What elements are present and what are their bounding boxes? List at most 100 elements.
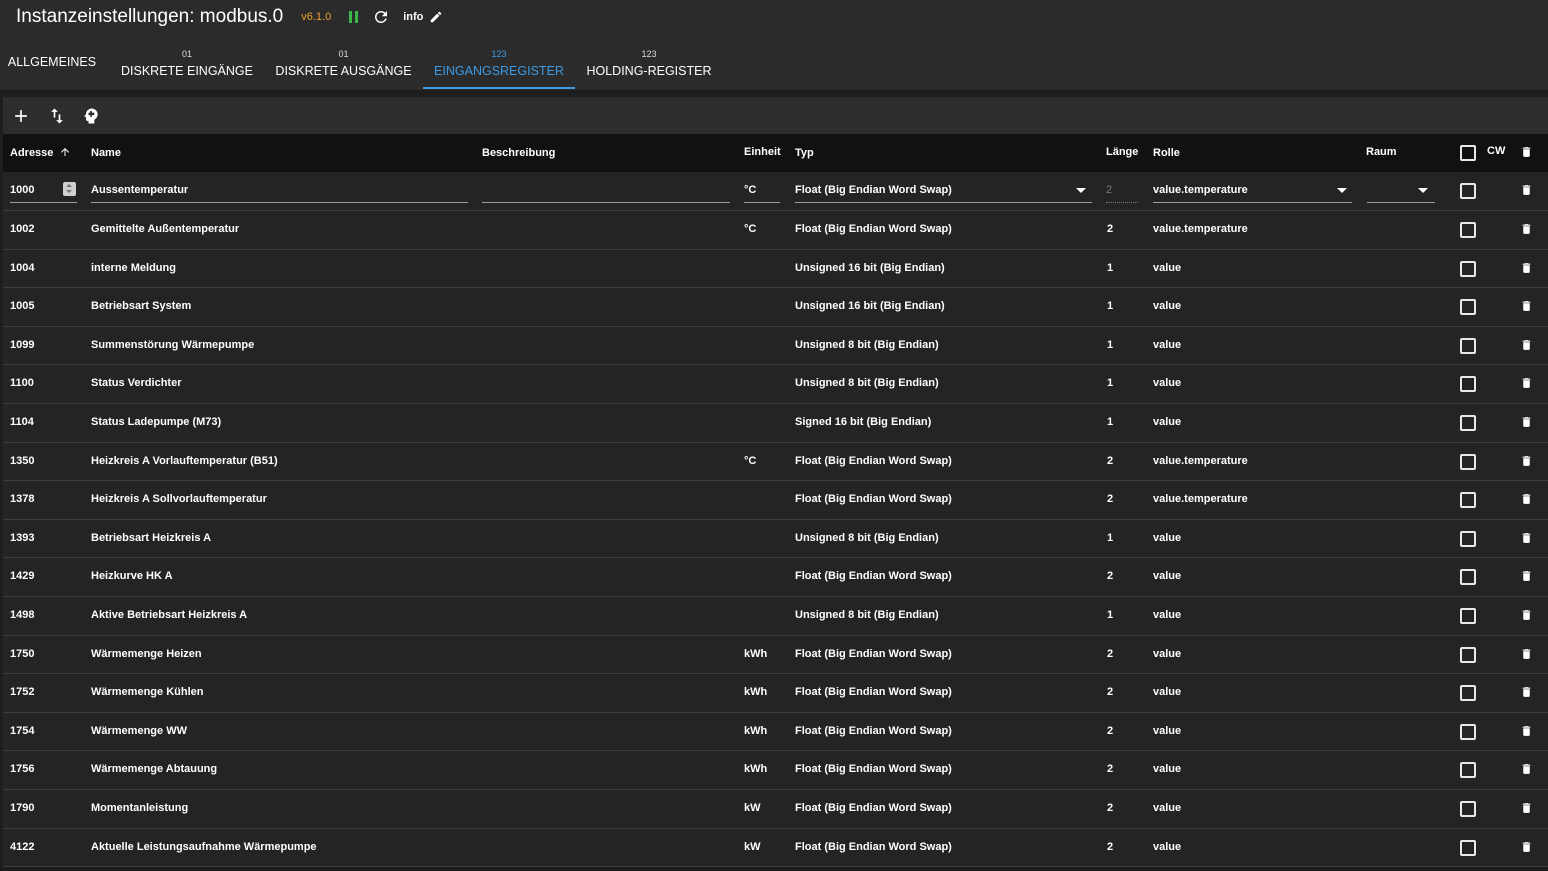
cw-checkbox[interactable] [1460, 337, 1476, 354]
delete-icon[interactable] [1520, 646, 1533, 662]
cw-checkbox[interactable] [1460, 183, 1476, 199]
col-typ[interactable]: Typ [795, 147, 814, 159]
reload-icon[interactable] [372, 8, 390, 26]
cw-checkbox[interactable] [1460, 723, 1476, 740]
cell-name: Momentanleistung [91, 801, 189, 814]
table-row[interactable]: 1100 Status Verdichter Unsigned 8 bit (B… [3, 365, 1548, 404]
cell-length: 1 [1107, 531, 1114, 544]
table-row[interactable]: 1754 Wärmemenge WW kWh Float (Big Endian… [3, 712, 1548, 752]
col-name[interactable]: Name [91, 147, 121, 159]
delete-icon[interactable] [1520, 800, 1533, 816]
type-select[interactable]: Float (Big Endian Word Swap) [795, 184, 952, 196]
table-row[interactable]: 1498 Aktive Betriebsart Heizkreis A Unsi… [3, 596, 1548, 636]
cw-checkbox[interactable] [1460, 685, 1476, 702]
col-einheit[interactable]: Einheit [744, 146, 781, 158]
tab-allgemeines[interactable]: ALLGEMEINES [0, 34, 104, 89]
tab-diskrete-ausgaenge[interactable]: 01 DISKRETE AUSGÄNGE [270, 34, 417, 89]
delete-icon[interactable] [1520, 491, 1533, 507]
name-input[interactable]: Aussentemperatur [91, 184, 188, 196]
tab-count: 01 [338, 49, 349, 59]
cw-checkbox[interactable] [1460, 839, 1476, 856]
add-icon[interactable] [11, 106, 31, 126]
cw-checkbox[interactable] [1460, 607, 1476, 624]
cw-checkbox[interactable] [1460, 569, 1476, 586]
delete-icon[interactable] [1520, 607, 1533, 623]
col-raum[interactable]: Raum [1366, 146, 1397, 158]
delete-icon[interactable] [1520, 337, 1533, 353]
pause-icon[interactable] [349, 11, 359, 23]
cw-checkbox[interactable] [1460, 260, 1476, 277]
delete-icon[interactable] [1520, 414, 1533, 430]
cell-type: Float (Big Endian Word Swap) [795, 840, 952, 853]
robot-icon[interactable] [81, 106, 101, 126]
table-row[interactable]: 4122 Aktuelle Leistungsaufnahme Wärmepum… [3, 828, 1548, 868]
table-row[interactable]: 1393 Betriebsart Heizkreis A Unsigned 8 … [3, 519, 1548, 559]
delete-icon[interactable] [1520, 568, 1533, 584]
col-laenge[interactable]: Länge [1106, 146, 1138, 158]
info-link[interactable]: info [403, 11, 423, 23]
table-row[interactable]: 1429 Heizkurve HK A Float (Big Endian Wo… [3, 558, 1548, 597]
cw-checkbox[interactable] [1460, 530, 1476, 547]
cell-address: 1004 [10, 261, 35, 274]
cell-length: 2 [1107, 686, 1114, 699]
cw-checkbox[interactable] [1460, 299, 1476, 316]
col-beschreibung[interactable]: Beschreibung [482, 147, 555, 159]
edit-icon[interactable] [429, 10, 443, 24]
delete-icon[interactable] [1520, 530, 1533, 546]
delete-all-icon[interactable] [1520, 144, 1533, 160]
table-row[interactable]: 1350 Heizkreis A Vorlauftemperatur (B51)… [3, 442, 1548, 482]
import-export-icon[interactable] [47, 106, 67, 126]
tab-diskrete-eingaenge[interactable]: 01 DISKRETE EINGÄNGE [115, 34, 259, 89]
cw-checkbox[interactable] [1460, 414, 1476, 431]
delete-icon[interactable] [1520, 221, 1533, 237]
cw-checkbox[interactable] [1460, 800, 1476, 817]
chevron-down-icon[interactable] [1418, 188, 1428, 193]
table-row[interactable]: 1005 Betriebsart System Unsigned 16 bit … [3, 288, 1548, 327]
cell-role: value [1153, 415, 1182, 428]
table-row[interactable]: 1004 interne Meldung Unsigned 16 bit (Bi… [3, 249, 1548, 289]
col-rolle[interactable]: Rolle [1153, 147, 1180, 159]
delete-icon[interactable] [1520, 298, 1533, 314]
table-row[interactable]: 1752 Wärmemenge Kühlen kWh Float (Big En… [3, 674, 1548, 713]
cell-name: Betriebsart Heizkreis A [91, 531, 212, 544]
cw-checkbox[interactable] [1460, 492, 1476, 509]
chevron-down-icon[interactable] [1337, 188, 1347, 193]
tab-eingangsregister[interactable]: 123 EINGANGSREGISTER [423, 34, 575, 89]
role-select[interactable]: value.temperature [1153, 184, 1248, 196]
table-row[interactable]: 1750 Wärmemenge Heizen kWh Float (Big En… [3, 635, 1548, 675]
chevron-down-icon[interactable] [1076, 188, 1086, 193]
delete-icon[interactable] [1520, 260, 1533, 276]
cw-checkbox[interactable] [1460, 453, 1476, 470]
table-row[interactable]: 1378 Heizkreis A Sollvorlauftemperatur F… [3, 481, 1548, 520]
delete-icon[interactable] [1520, 375, 1533, 391]
delete-icon[interactable] [1520, 723, 1533, 739]
delete-icon[interactable] [1520, 182, 1533, 198]
delete-icon[interactable] [1520, 453, 1533, 469]
cell-role: value [1153, 608, 1182, 621]
tab-holding-register[interactable]: 123 HOLDING-REGISTER [581, 34, 717, 89]
select-all-checkbox[interactable] [1460, 145, 1476, 161]
cw-checkbox[interactable] [1460, 762, 1476, 779]
delete-icon[interactable] [1520, 684, 1533, 700]
cell-role: value [1153, 261, 1182, 274]
table-row[interactable]: 1099 Summenstörung Wärmepumpe Unsigned 8… [3, 326, 1548, 366]
number-stepper-icon[interactable] [63, 182, 76, 196]
tab-label: DISKRETE AUSGÄNGE [275, 64, 412, 78]
tab-count: 01 [181, 49, 192, 59]
title-bar: Instanzeinstellungen: modbus.0 v6.1.0 in… [0, 0, 1548, 34]
unit-input[interactable]: °C [744, 184, 756, 196]
delete-icon[interactable] [1520, 761, 1533, 777]
cw-checkbox[interactable] [1460, 222, 1476, 238]
version-badge: v6.1.0 [301, 11, 332, 23]
sort-asc-icon[interactable] [59, 146, 71, 158]
table-row[interactable]: 1002 Gemittelte Außentemperatur °C Float… [3, 211, 1548, 250]
table-row[interactable]: 1756 Wärmemenge Abtauung kWh Float (Big … [3, 751, 1548, 790]
cw-checkbox[interactable] [1460, 646, 1476, 663]
cw-checkbox[interactable] [1460, 376, 1476, 393]
col-adresse[interactable]: Adresse [10, 147, 53, 159]
delete-icon[interactable] [1520, 839, 1533, 855]
address-input[interactable]: 1000 [10, 184, 34, 196]
table-row[interactable]: 1104 Status Ladepumpe (M73) Signed 16 bi… [3, 403, 1548, 443]
table-row[interactable]: 1790 Momentanleistung kW Float (Big Endi… [3, 789, 1548, 829]
cell-type: Float (Big Endian Word Swap) [795, 493, 952, 506]
